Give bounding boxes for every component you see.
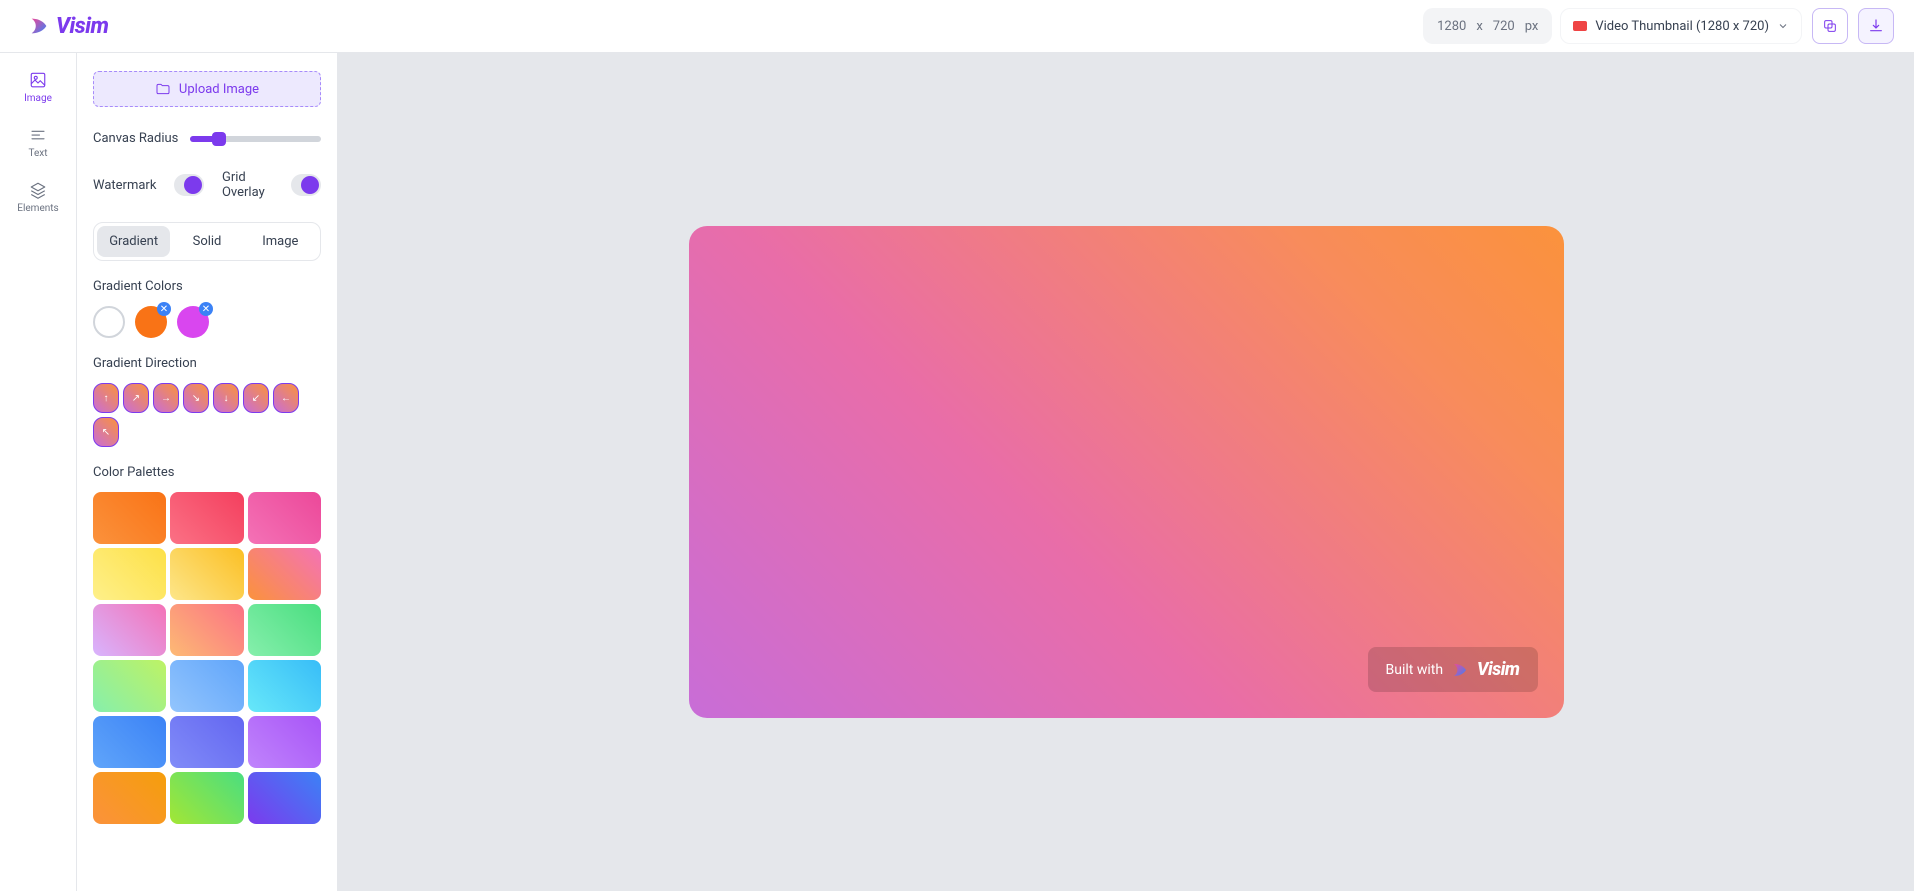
watermark-toggle[interactable] bbox=[174, 174, 204, 196]
logo-mark-icon bbox=[1451, 661, 1469, 679]
youtube-icon bbox=[1573, 21, 1587, 31]
slider-thumb[interactable] bbox=[212, 132, 226, 146]
copy-button[interactable] bbox=[1812, 8, 1848, 44]
gradient-color-swatch[interactable]: ✕ bbox=[177, 306, 209, 338]
background-tabs: GradientSolidImage bbox=[93, 222, 321, 261]
folder-icon bbox=[155, 81, 171, 97]
preset-select[interactable]: Video Thumbnail (1280 x 720) bbox=[1560, 8, 1802, 44]
copy-icon bbox=[1822, 18, 1838, 34]
gradient-directions: ↑↗→↘↓↙← ↖ bbox=[93, 383, 321, 447]
palette-swatch[interactable] bbox=[248, 604, 321, 656]
logo-text: Visim bbox=[56, 14, 108, 39]
canvas-watermark: Built with Visim bbox=[1368, 647, 1538, 692]
grid-overlay-toggle[interactable] bbox=[291, 174, 321, 196]
toggles-row: Watermark Grid Overlay bbox=[93, 170, 321, 200]
gradient-color-swatches: ✕✕ bbox=[93, 306, 321, 338]
canvas-radius-row: Canvas Radius bbox=[93, 131, 321, 146]
palette-swatch[interactable] bbox=[93, 604, 166, 656]
nav-rail: Image Text Elements bbox=[0, 53, 77, 891]
height-value: 720 bbox=[1493, 19, 1515, 34]
add-color-swatch[interactable] bbox=[93, 306, 125, 338]
palette-swatch[interactable] bbox=[248, 548, 321, 600]
watermark-label: Watermark bbox=[93, 178, 156, 193]
text-icon bbox=[29, 126, 47, 144]
image-icon bbox=[29, 71, 47, 89]
preset-label: Video Thumbnail (1280 x 720) bbox=[1595, 19, 1769, 34]
rail-item-text[interactable]: Text bbox=[28, 126, 47, 159]
color-palettes-label: Color Palettes bbox=[93, 465, 321, 480]
palette-swatch[interactable] bbox=[93, 716, 166, 768]
app-logo[interactable]: Visim bbox=[28, 14, 108, 39]
rail-label: Elements bbox=[17, 203, 58, 214]
upload-image-button[interactable]: Upload Image bbox=[93, 71, 321, 107]
palette-swatch[interactable] bbox=[170, 772, 243, 824]
palette-swatch[interactable] bbox=[248, 660, 321, 712]
canvas[interactable]: Built with Visim bbox=[689, 226, 1564, 718]
direction-button[interactable]: → bbox=[153, 383, 179, 413]
canvas-area: Built with Visim bbox=[338, 53, 1914, 891]
bg-tab-image[interactable]: Image bbox=[244, 226, 317, 257]
remove-color-icon[interactable]: ✕ bbox=[157, 302, 171, 316]
watermark-brand: Visim bbox=[1477, 659, 1519, 680]
direction-button[interactable]: ↗ bbox=[123, 383, 149, 413]
layers-icon bbox=[29, 181, 47, 199]
direction-button[interactable]: ↖ bbox=[93, 417, 119, 447]
palette-swatch[interactable] bbox=[170, 660, 243, 712]
logo-mark-icon bbox=[28, 15, 50, 37]
palette-swatch[interactable] bbox=[170, 548, 243, 600]
dim-unit: px bbox=[1525, 19, 1539, 34]
grid-overlay-label: Grid Overlay bbox=[222, 170, 274, 200]
rail-label: Image bbox=[24, 93, 52, 104]
chevron-down-icon bbox=[1777, 20, 1789, 32]
bg-tab-solid[interactable]: Solid bbox=[170, 226, 243, 257]
palette-swatch[interactable] bbox=[248, 772, 321, 824]
dimensions-display[interactable]: 1280 x 720 px bbox=[1423, 8, 1552, 44]
palette-swatch[interactable] bbox=[170, 604, 243, 656]
gradient-direction-label: Gradient Direction bbox=[93, 356, 321, 371]
rail-item-image[interactable]: Image bbox=[24, 71, 52, 104]
palette-swatch[interactable] bbox=[93, 772, 166, 824]
width-value: 1280 bbox=[1437, 19, 1466, 34]
image-panel: Upload Image Canvas Radius Watermark Gri… bbox=[77, 53, 338, 891]
canvas-radius-slider[interactable] bbox=[190, 136, 321, 142]
palette-swatch[interactable] bbox=[93, 548, 166, 600]
app-header: Visim 1280 x 720 px Video Thumbnail (128… bbox=[0, 0, 1914, 53]
dim-sep: x bbox=[1476, 19, 1482, 34]
bg-tab-gradient[interactable]: Gradient bbox=[97, 226, 170, 257]
rail-item-elements[interactable]: Elements bbox=[17, 181, 58, 214]
direction-button[interactable]: ↙ bbox=[243, 383, 269, 413]
direction-button[interactable]: ↘ bbox=[183, 383, 209, 413]
download-button[interactable] bbox=[1858, 8, 1894, 44]
direction-button[interactable]: ↓ bbox=[213, 383, 239, 413]
palette-swatch[interactable] bbox=[93, 492, 166, 544]
palette-swatch[interactable] bbox=[170, 492, 243, 544]
canvas-radius-label: Canvas Radius bbox=[93, 131, 178, 146]
color-palettes bbox=[93, 492, 321, 824]
remove-color-icon[interactable]: ✕ bbox=[199, 302, 213, 316]
palette-swatch[interactable] bbox=[248, 716, 321, 768]
gradient-color-swatch[interactable]: ✕ bbox=[135, 306, 167, 338]
download-icon bbox=[1868, 18, 1884, 34]
upload-label: Upload Image bbox=[179, 82, 259, 97]
watermark-prefix: Built with bbox=[1386, 662, 1444, 678]
palette-swatch[interactable] bbox=[248, 492, 321, 544]
direction-button[interactable]: ↑ bbox=[93, 383, 119, 413]
direction-button[interactable]: ← bbox=[273, 383, 299, 413]
rail-label: Text bbox=[28, 148, 47, 159]
palette-swatch[interactable] bbox=[170, 716, 243, 768]
palette-swatch[interactable] bbox=[93, 660, 166, 712]
gradient-colors-label: Gradient Colors bbox=[93, 279, 321, 294]
